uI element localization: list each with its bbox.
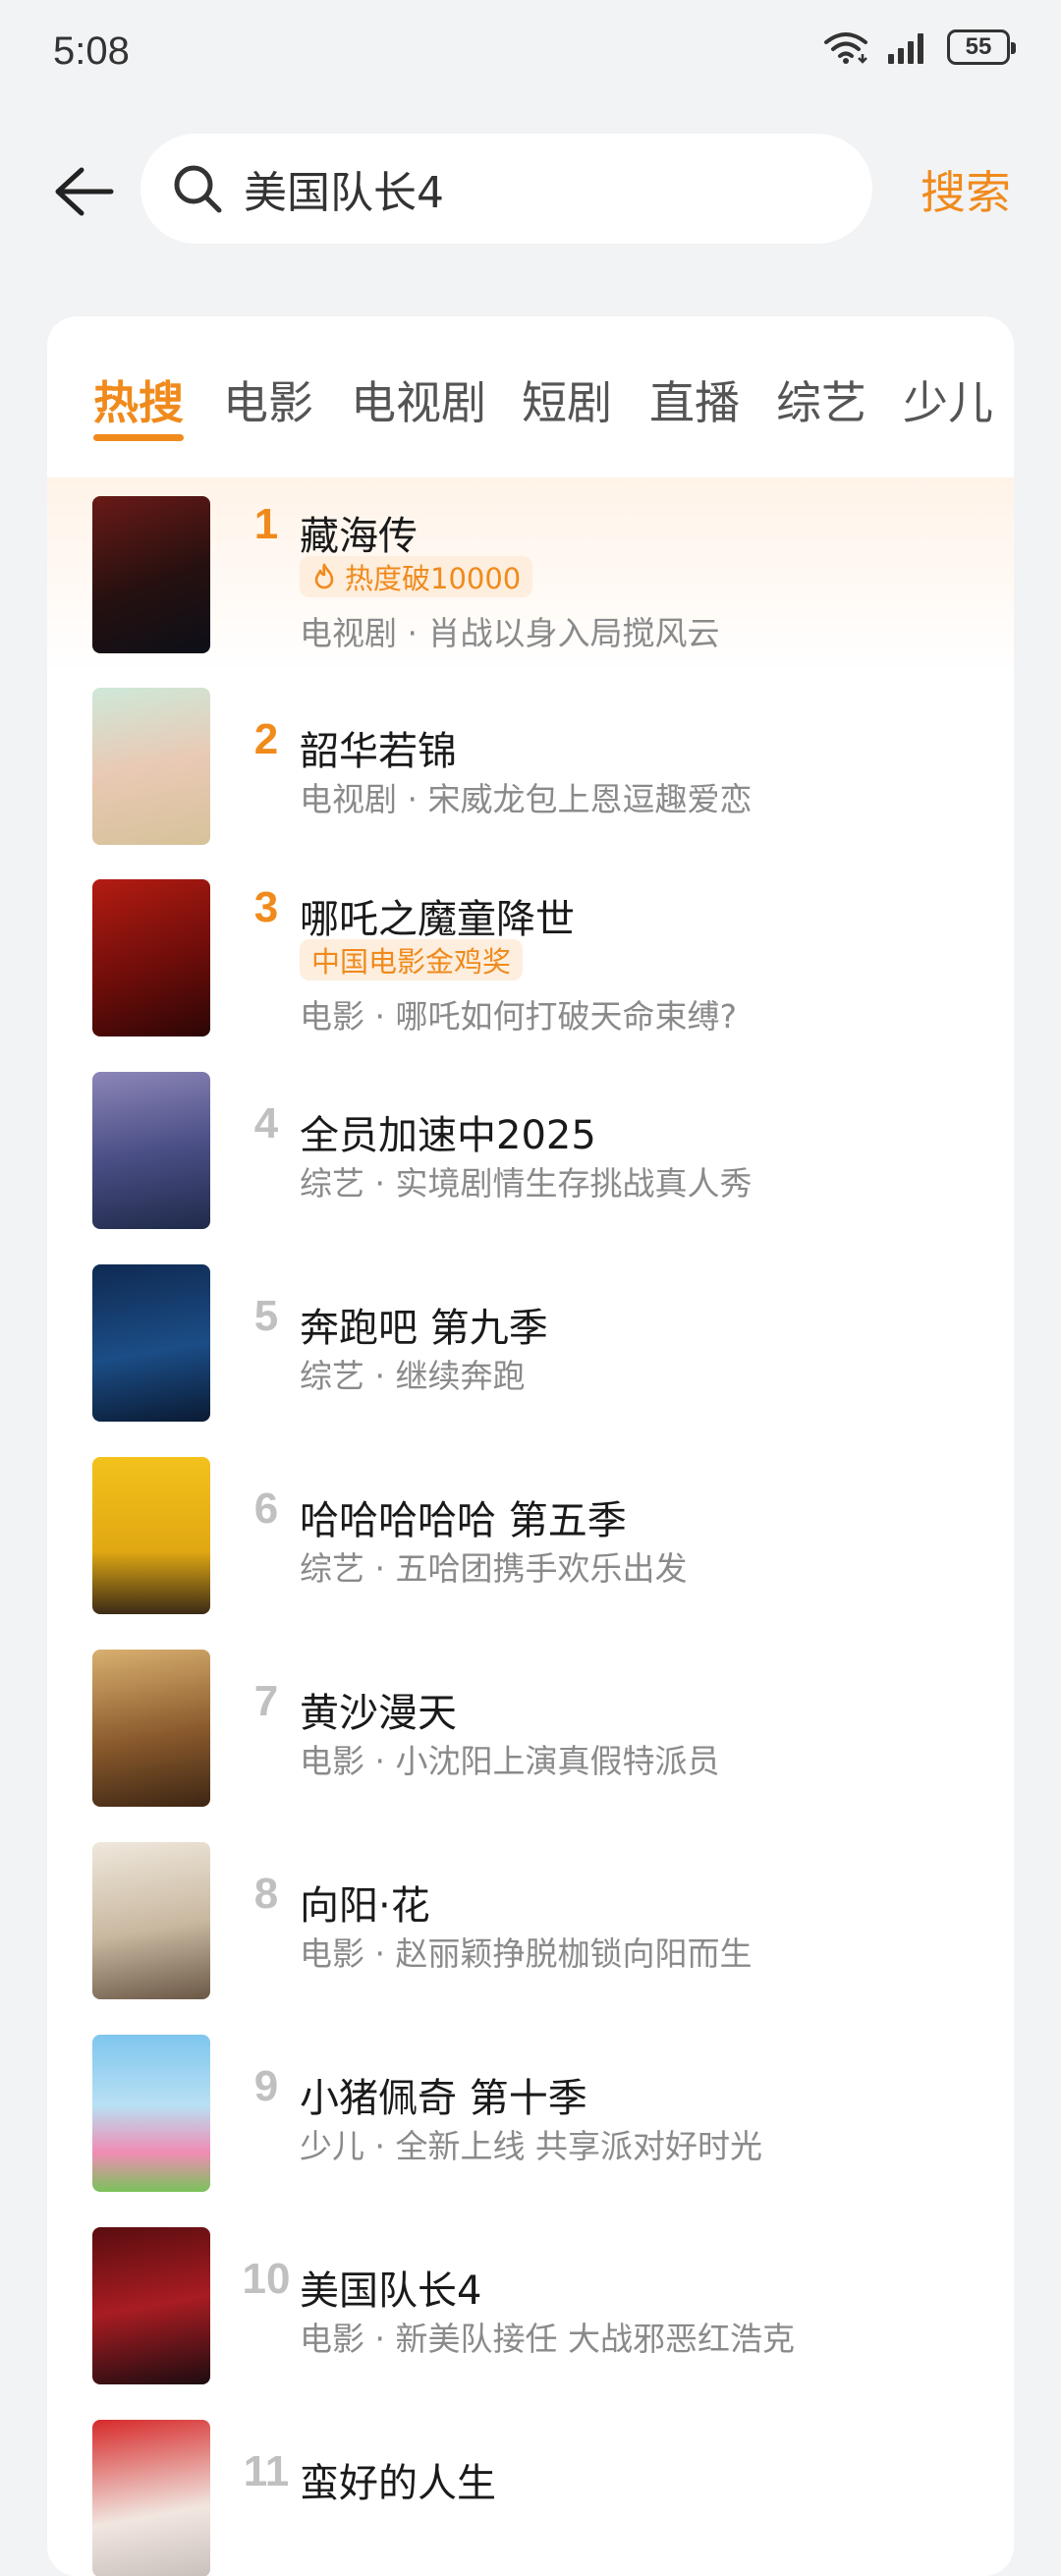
item-title: 藏海传	[300, 514, 418, 559]
wifi-icon	[824, 32, 867, 64]
item-description: 电影 · 新美队接任 大战邪恶红浩克	[300, 2320, 795, 2358]
item-title: 黄沙漫天	[300, 1691, 457, 1736]
heat-badge: 热度破10000	[300, 556, 533, 597]
list-item[interactable]: 3 哪吒之魔童降世 中国电影金鸡奖 电影 · 哪吒如何打破天命束缚?	[47, 879, 1014, 1072]
poster-image	[92, 1264, 210, 1422]
rank-number: 2	[253, 715, 279, 763]
item-title: 向阳·花	[300, 1883, 430, 1929]
item-description: 综艺 · 五哈团携手欢乐出发	[300, 1549, 688, 1588]
list-item[interactable]: 5 奔跑吧 第九季 综艺 · 继续奔跑	[47, 1264, 1014, 1457]
search-box[interactable]	[140, 134, 872, 244]
category-tabs: 热搜 电影 电视剧 短剧 直播 综艺 少儿	[47, 316, 1014, 474]
tab-movies[interactable]: 电影	[223, 367, 313, 432]
list-item[interactable]: 11 蛮好的人生	[47, 2420, 1014, 2576]
status-icons: 55	[823, 29, 1016, 65]
item-description: 电视剧 · 宋威龙包上恩逗趣爱恋	[300, 780, 753, 818]
item-title: 蛮好的人生	[300, 2461, 496, 2506]
search-input[interactable]	[244, 134, 833, 244]
poster-image	[92, 1650, 210, 1807]
item-title: 韶华若锦	[300, 729, 457, 774]
item-title: 哈哈哈哈哈 第五季	[300, 1498, 627, 1543]
award-badge: 中国电影金鸡奖	[300, 939, 524, 980]
rank-number: 8	[253, 1870, 279, 1918]
poster-image	[92, 879, 210, 1036]
cellular-signal-icon	[888, 33, 923, 64]
rank-number: 9	[253, 2062, 279, 2110]
poster-image	[92, 2227, 210, 2384]
item-title: 全员加速中2025	[300, 1113, 596, 1158]
list-item[interactable]: 6 哈哈哈哈哈 第五季 综艺 · 五哈团携手欢乐出发	[47, 1457, 1014, 1650]
arrow-left-icon	[55, 167, 114, 216]
rank-number: 4	[253, 1099, 279, 1148]
poster-image	[92, 2420, 210, 2576]
poster-image	[92, 2035, 210, 2192]
list-item[interactable]: 7 黄沙漫天 电影 · 小沈阳上演真假特派员	[47, 1650, 1014, 1842]
tab-variety[interactable]: 综艺	[776, 367, 866, 432]
item-title: 奔跑吧 第九季	[300, 1306, 548, 1351]
item-description: 电影 · 赵丽颖挣脱枷锁向阳而生	[300, 1934, 753, 1973]
tab-tv-series[interactable]: 电视剧	[351, 367, 486, 432]
rank-number: 3	[253, 883, 279, 931]
back-button[interactable]	[49, 157, 118, 226]
list-item[interactable]: 4 全员加速中2025 综艺 · 实境剧情生存挑战真人秀	[47, 1072, 1014, 1264]
poster-image	[92, 1072, 210, 1229]
hot-search-card: 热搜 电影 电视剧 短剧 直播 综艺 少儿 1 藏海传 热度破10000 电视剧…	[47, 316, 1014, 2576]
status-time: 5:08	[53, 29, 130, 73]
rank-number: 7	[253, 1677, 279, 1725]
list-item[interactable]: 10 美国队长4 电影 · 新美队接任 大战邪恶红浩克	[47, 2227, 1014, 2420]
tab-short-drama[interactable]: 短剧	[522, 367, 612, 432]
tab-hot-search[interactable]: 热搜	[93, 367, 184, 432]
poster-image	[92, 1457, 210, 1614]
item-description: 少儿 · 全新上线 共享派对好时光	[300, 2127, 762, 2165]
rank-number: 10	[242, 2255, 291, 2303]
list-item[interactable]: 8 向阳·花 电影 · 赵丽颖挣脱枷锁向阳而生	[47, 1842, 1014, 2035]
search-icon	[174, 165, 222, 213]
poster-image	[92, 1842, 210, 1999]
item-description: 综艺 · 实境剧情生存挑战真人秀	[300, 1164, 753, 1203]
item-description: 综艺 · 继续奔跑	[300, 1357, 526, 1395]
flame-icon	[314, 563, 334, 589]
tab-live[interactable]: 直播	[649, 367, 740, 432]
status-bar: 5:08 55	[0, 0, 1061, 108]
active-tab-indicator	[93, 434, 184, 441]
item-title: 小猪佩奇 第十季	[300, 2076, 587, 2121]
list-item[interactable]: 9 小猪佩奇 第十季 少儿 · 全新上线 共享派对好时光	[47, 2035, 1014, 2227]
tab-kids[interactable]: 少儿	[903, 367, 993, 432]
item-title: 哪吒之魔童降世	[300, 897, 575, 942]
poster-image	[92, 688, 210, 845]
badge-text: 热度破10000	[345, 562, 522, 595]
item-description: 电视剧 · 肖战以身入局搅风云	[300, 614, 720, 652]
rank-number: 1	[253, 500, 279, 548]
rank-number: 6	[253, 1484, 279, 1533]
poster-image	[92, 496, 210, 653]
item-title: 美国队长4	[300, 2268, 482, 2314]
item-description: 电影 · 哪吒如何打破天命束缚?	[300, 997, 737, 1036]
rank-number: 11	[243, 2447, 290, 2495]
search-button[interactable]: 搜索	[921, 157, 1011, 222]
rank-number: 5	[253, 1292, 279, 1340]
list-item[interactable]: 2 韶华若锦 电视剧 · 宋威龙包上恩逗趣爱恋	[47, 688, 1014, 880]
battery-indicator: 55	[947, 29, 1016, 65]
item-description: 电影 · 小沈阳上演真假特派员	[300, 1742, 720, 1780]
list-item[interactable]: 1 藏海传 热度破10000 电视剧 · 肖战以身入局搅风云	[47, 496, 1014, 689]
